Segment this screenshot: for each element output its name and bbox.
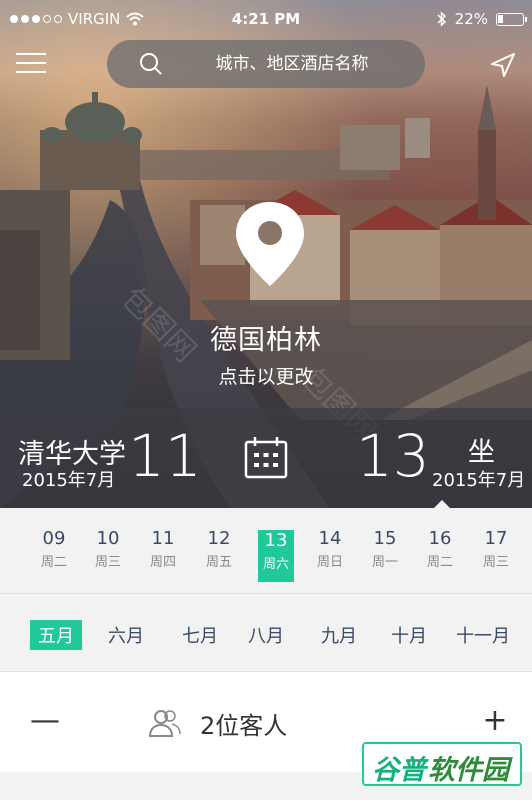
day-number: 14 [318, 528, 342, 549]
calendar-icon[interactable] [243, 436, 289, 480]
day-number: 15 [373, 528, 397, 549]
battery-percent: 22% [454, 10, 488, 28]
day-number: 11 [151, 528, 175, 549]
day-number: 17 [484, 528, 508, 549]
day-weekday: 周日 [316, 555, 343, 570]
checkout-day[interactable]: 13 [356, 422, 430, 490]
month-item[interactable]: 十月 [383, 620, 435, 650]
month-item[interactable]: 七月 [174, 620, 226, 650]
watermark-text-1: 谷普 [372, 755, 426, 786]
day-weekday: 周二 [426, 555, 453, 570]
day-number: 13 [264, 530, 288, 551]
month-strip: 五月 六月 七月 八月 九月 十月 十一月 [0, 594, 532, 672]
day-weekday: 周三 [482, 555, 509, 570]
hero-banner: 包图网 包图网 VIRGIN 4:21 PM 22% 城市、地区酒店名称 德国柏… [0, 0, 532, 508]
day-item-selected[interactable]: 13 周六 [258, 530, 294, 582]
day-strip: 09 周二 10 周三 11 周四 12 周五 13 周六 14 周日 15 周… [0, 508, 532, 594]
day-weekday: 周三 [94, 555, 121, 570]
status-right: 22% [437, 10, 527, 28]
day-weekday: 周四 [149, 555, 176, 570]
menu-icon[interactable] [16, 52, 46, 74]
decrease-guests-button[interactable]: — [30, 706, 60, 736]
day-weekday: 周二 [40, 555, 67, 570]
month-item[interactable]: 六月 [100, 620, 152, 650]
search-input[interactable] [177, 50, 407, 78]
bluetooth-icon [437, 11, 446, 27]
guest-count: 2位客人 [200, 712, 288, 740]
day-item[interactable]: 15 周一 [361, 528, 409, 570]
month-item[interactable]: 八月 [240, 620, 292, 650]
month-item-selected[interactable]: 五月 [30, 620, 82, 650]
day-item[interactable]: 16 周二 [416, 528, 464, 570]
day-weekday: 周五 [205, 555, 232, 570]
search-bar[interactable] [107, 40, 425, 88]
day-item[interactable]: 17 周三 [472, 528, 520, 570]
month-item[interactable]: 十一月 [448, 620, 518, 650]
day-number: 12 [207, 528, 231, 549]
day-item[interactable]: 14 周日 [306, 528, 354, 570]
increase-guests-button[interactable]: + [480, 706, 510, 736]
change-city-hint[interactable]: 点击以更改 [0, 362, 532, 389]
day-weekday: 周六 [262, 557, 289, 572]
watermark-text-2: 软件园 [428, 755, 509, 786]
day-weekday: 周一 [371, 555, 398, 570]
day-item[interactable]: 11 周四 [139, 528, 187, 570]
date-range-bar: 清华大学 2015年7月 11 13 坐 2015年7月 [0, 408, 532, 508]
battery-icon [496, 12, 527, 26]
day-item[interactable]: 12 周五 [195, 528, 243, 570]
map-pin-icon[interactable] [234, 200, 306, 288]
location-arrow-icon[interactable] [490, 52, 516, 78]
search-icon [140, 53, 162, 75]
day-item[interactable]: 09 周二 [30, 528, 78, 570]
checkin-month: 2015年7月 [22, 470, 116, 491]
city-name[interactable]: 德国柏林 [0, 318, 532, 357]
checkout-month: 2015年7月 [432, 470, 526, 491]
day-number: 10 [96, 528, 120, 549]
day-item[interactable]: 10 周三 [84, 528, 132, 570]
watermark-logo: 谷普 软件园 [362, 742, 522, 786]
day-number: 16 [428, 528, 452, 549]
guests-icon [148, 710, 181, 737]
status-bar: VIRGIN 4:21 PM 22% [0, 0, 532, 38]
day-number: 09 [42, 528, 66, 549]
checkout-label: 坐 [468, 437, 495, 468]
month-item[interactable]: 九月 [313, 620, 365, 650]
checkin-day[interactable]: 11 [128, 422, 202, 490]
